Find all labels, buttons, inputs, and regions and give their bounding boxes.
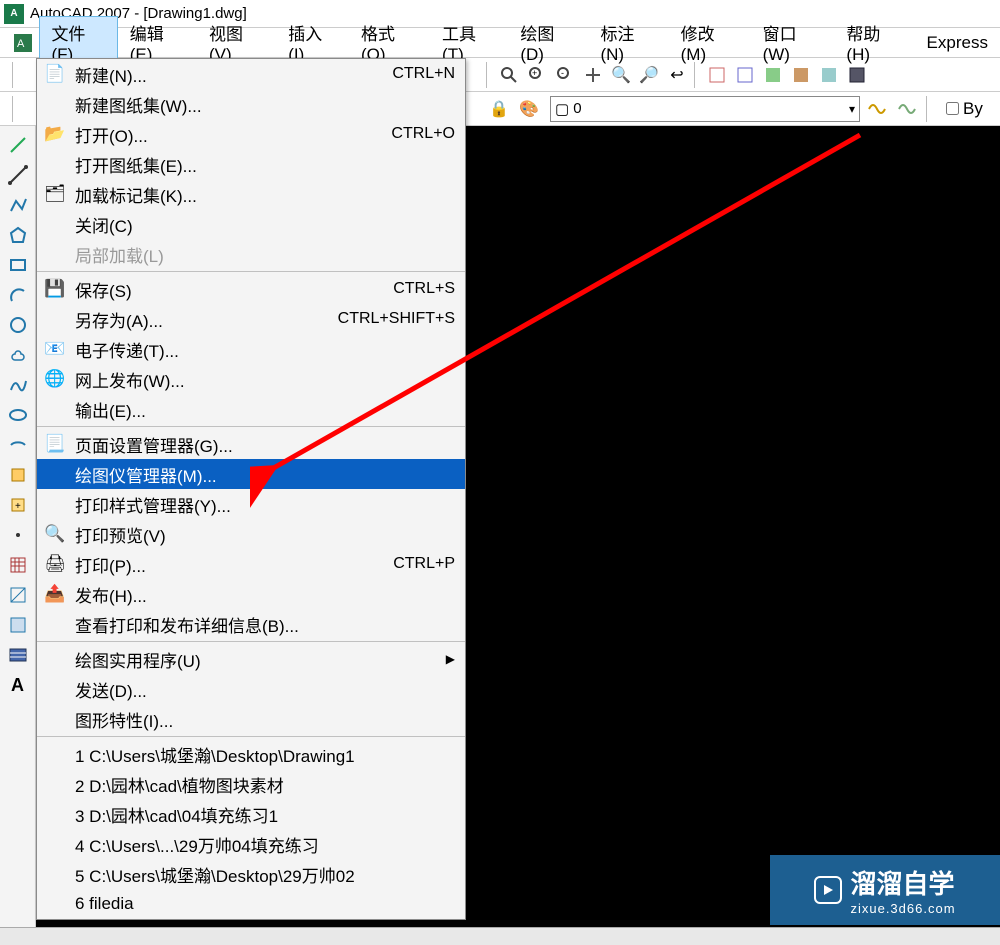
layer-color-icon[interactable]: 🎨 bbox=[516, 96, 542, 122]
menu-drawing-properties[interactable]: 图形特性(I)... bbox=[37, 704, 465, 734]
layer-combo[interactable]: ▢ 0 ▾ bbox=[550, 96, 860, 122]
play-icon bbox=[814, 876, 842, 904]
design-center-icon[interactable] bbox=[732, 62, 758, 88]
layer-previous-icon[interactable] bbox=[894, 96, 920, 122]
menu-print[interactable]: 🖨打印(P)...CTRL+P bbox=[37, 549, 465, 579]
quickcalc-icon[interactable] bbox=[844, 62, 870, 88]
chevron-down-icon: ▾ bbox=[849, 102, 855, 116]
menu-plot-style-manager[interactable]: 打印样式管理器(Y)... bbox=[37, 489, 465, 519]
hatch-icon[interactable] bbox=[5, 554, 31, 576]
zoom-in-icon[interactable]: + bbox=[524, 62, 550, 88]
app-icon: A bbox=[4, 4, 24, 24]
zoom-prev-icon[interactable]: ↩ bbox=[664, 62, 690, 88]
layer-lock-icon[interactable]: 🔒 bbox=[486, 96, 512, 122]
pan-icon[interactable] bbox=[580, 62, 606, 88]
square-icon: ▢ bbox=[555, 100, 569, 118]
bylayer-checkbox[interactable]: By bbox=[946, 99, 983, 119]
polyline-icon[interactable] bbox=[5, 194, 31, 216]
arc-icon[interactable] bbox=[5, 284, 31, 306]
open-icon: 📂 bbox=[43, 123, 67, 145]
line-icon[interactable] bbox=[5, 134, 31, 156]
menu-partial-load: 局部加载(L) bbox=[37, 239, 465, 269]
layer-states-icon[interactable] bbox=[864, 96, 890, 122]
status-bar bbox=[0, 927, 1000, 945]
menu-recent-1[interactable]: 1 C:\Users\城堡瀚\Desktop\Drawing1 bbox=[37, 739, 465, 769]
menu-express[interactable]: Express bbox=[915, 29, 1000, 57]
menu-recent-2[interactable]: 2 D:\园林\cad\植物图块素材 bbox=[37, 769, 465, 799]
print-preview-icon: 🔍 bbox=[43, 523, 67, 545]
zoom-out-icon[interactable]: - bbox=[552, 62, 578, 88]
menu-close[interactable]: 关闭(C) bbox=[37, 209, 465, 239]
menu-print-details[interactable]: 查看打印和发布详细信息(B)... bbox=[37, 609, 465, 639]
search-icon[interactable] bbox=[496, 62, 522, 88]
menu-publish[interactable]: 📤发布(H)... bbox=[37, 579, 465, 609]
bylayer-label: By bbox=[963, 99, 983, 119]
page-setup-icon: 📃 bbox=[43, 433, 67, 455]
watermark: 溜溜自学 zixue.3d66.com bbox=[770, 855, 1000, 925]
menu-recent-5[interactable]: 5 C:\Users\城堡瀚\Desktop\29万帅02 bbox=[37, 859, 465, 889]
zoom-window-icon[interactable]: 🔎 bbox=[636, 62, 662, 88]
make-block-icon[interactable]: + bbox=[5, 494, 31, 516]
new-icon: 📄 bbox=[43, 63, 67, 85]
menu-recent-3[interactable]: 3 D:\园林\cad\04填充练习1 bbox=[37, 799, 465, 829]
markup-set-icon: 🗂 bbox=[43, 183, 67, 205]
table-icon[interactable] bbox=[5, 644, 31, 666]
markup-icon[interactable] bbox=[816, 62, 842, 88]
print-icon: 🖨 bbox=[43, 553, 67, 575]
svg-text:+: + bbox=[532, 68, 537, 78]
menu-save-as[interactable]: 另存为(A)...CTRL+SHIFT+S bbox=[37, 304, 465, 334]
menu-new-sheet-set[interactable]: 新建图纸集(W)... bbox=[37, 89, 465, 119]
watermark-brand: 溜溜自学 bbox=[850, 869, 954, 899]
menu-etransmit[interactable]: 📧电子传递(T)... bbox=[37, 334, 465, 364]
circle-icon[interactable] bbox=[5, 314, 31, 336]
bylayer-check[interactable] bbox=[946, 102, 959, 115]
properties-icon[interactable] bbox=[704, 62, 730, 88]
zoom-realtime-icon[interactable]: 🔍 bbox=[608, 62, 634, 88]
menu-export[interactable]: 输出(E)... bbox=[37, 394, 465, 424]
menu-drawing-utilities[interactable]: 绘图实用程序(U)▶ bbox=[37, 644, 465, 674]
menu-open-sheet-set[interactable]: 打开图纸集(E)... bbox=[37, 149, 465, 179]
ellipse-arc-icon[interactable] bbox=[5, 434, 31, 456]
ellipse-icon[interactable] bbox=[5, 404, 31, 426]
file-menu-dropdown: 📄新建(N)...CTRL+N 新建图纸集(W)... 📂打开(O)...CTR… bbox=[36, 58, 466, 920]
menu-web-publish[interactable]: 🌐网上发布(W)... bbox=[37, 364, 465, 394]
tool-palette-icon[interactable] bbox=[760, 62, 786, 88]
spline-icon[interactable] bbox=[5, 374, 31, 396]
draw-toolbar: + A bbox=[0, 126, 36, 941]
menu-load-markup[interactable]: 🗂加载标记集(K)... bbox=[37, 179, 465, 209]
svg-text:-: - bbox=[561, 68, 564, 78]
menu-print-preview[interactable]: 🔍打印预览(V) bbox=[37, 519, 465, 549]
svg-text:A: A bbox=[17, 38, 25, 50]
construction-line-icon[interactable] bbox=[5, 164, 31, 186]
menu-recent-6[interactable]: 6 filedia bbox=[37, 889, 465, 919]
polygon-icon[interactable] bbox=[5, 224, 31, 246]
rectangle-icon[interactable] bbox=[5, 254, 31, 276]
point-icon[interactable] bbox=[5, 524, 31, 546]
submenu-arrow-icon: ▶ bbox=[446, 652, 455, 666]
text-icon[interactable]: A bbox=[5, 674, 31, 696]
menu-page-setup[interactable]: 📃页面设置管理器(G)... bbox=[37, 429, 465, 459]
svg-text:+: + bbox=[15, 501, 21, 512]
menu-open[interactable]: 📂打开(O)...CTRL+O bbox=[37, 119, 465, 149]
menu-plotter-manager[interactable]: 绘图仪管理器(M)... bbox=[37, 459, 465, 489]
gradient-icon[interactable] bbox=[5, 584, 31, 606]
revcloud-icon[interactable] bbox=[5, 344, 31, 366]
layer-name: 0 bbox=[573, 100, 581, 117]
watermark-url: zixue.3d66.com bbox=[850, 901, 955, 916]
web-icon: 🌐 bbox=[43, 368, 67, 390]
save-icon: 💾 bbox=[43, 278, 67, 300]
menu-save[interactable]: 💾保存(S)CTRL+S bbox=[37, 274, 465, 304]
region-icon[interactable] bbox=[5, 614, 31, 636]
menu-bar: A 文件(F) 编辑(E) 视图(V) 插入(I) 格式(O) 工具(T) 绘图… bbox=[0, 28, 1000, 58]
sheet-set-icon[interactable] bbox=[788, 62, 814, 88]
publish-icon: 📤 bbox=[43, 583, 67, 605]
menu-new[interactable]: 📄新建(N)...CTRL+N bbox=[37, 59, 465, 89]
menu-send[interactable]: 发送(D)... bbox=[37, 674, 465, 704]
menu-recent-4[interactable]: 4 C:\Users\...\29万帅04填充练习 bbox=[37, 829, 465, 859]
etransmit-icon: 📧 bbox=[43, 338, 67, 360]
insert-block-icon[interactable] bbox=[5, 464, 31, 486]
app-small-icon: A bbox=[12, 32, 33, 54]
